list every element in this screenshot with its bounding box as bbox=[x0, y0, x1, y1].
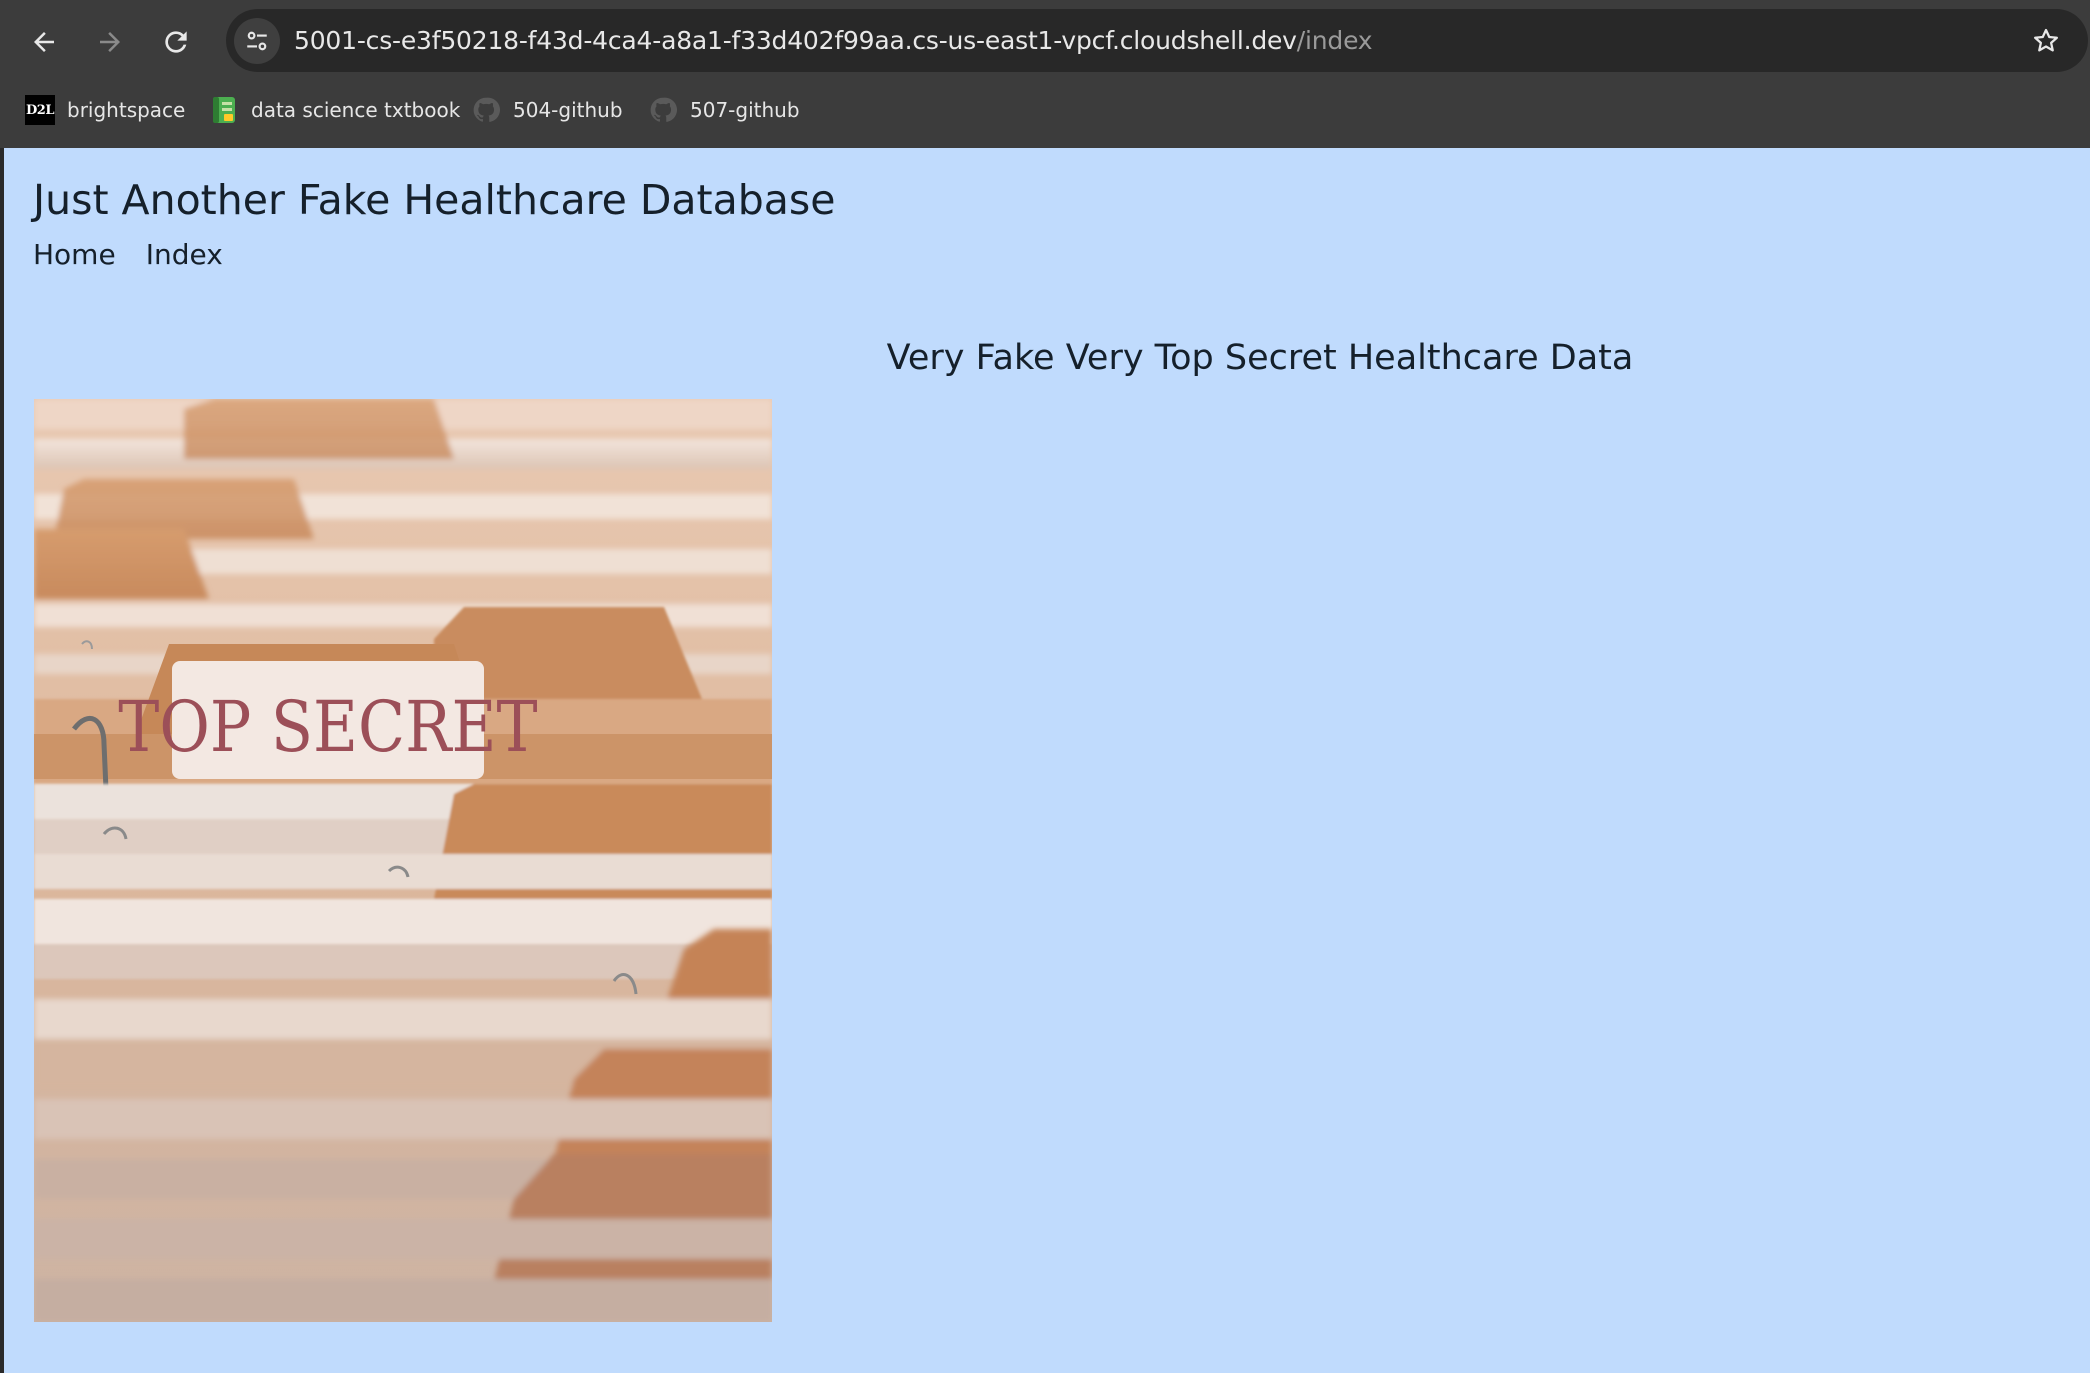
arrow-right-icon bbox=[100, 32, 120, 52]
bookmark-label: 504-github bbox=[513, 98, 623, 122]
reload-icon bbox=[165, 31, 187, 53]
url-path: /index bbox=[1296, 26, 1373, 55]
bookmark-star-button[interactable] bbox=[2022, 17, 2070, 65]
nav-link-home[interactable]: Home bbox=[33, 238, 116, 271]
bookmark-504-github[interactable]: 504-github bbox=[471, 88, 623, 132]
star-icon bbox=[2034, 28, 2058, 52]
notebook-icon bbox=[209, 95, 239, 125]
bookmark-label: brightspace bbox=[67, 98, 186, 122]
top-secret-file-image: TOP SECRET bbox=[34, 399, 772, 1322]
url-text[interactable]: 5001-cs-e3f50218-f43d-4ca4-a8a1-f33d402f… bbox=[294, 9, 1373, 72]
site-title: Just Another Fake Healthcare Database bbox=[33, 176, 836, 224]
tab-label: TOP SECRET bbox=[118, 686, 537, 768]
page-heading: Very Fake Very Top Secret Healthcare Dat… bbox=[886, 338, 1634, 378]
github-icon bbox=[648, 95, 678, 125]
address-bar[interactable]: 5001-cs-e3f50218-f43d-4ca4-a8a1-f33d402f… bbox=[226, 9, 2088, 72]
github-icon bbox=[471, 95, 501, 125]
url-host: 5001-cs-e3f50218-f43d-4ca4-a8a1-f33d402f… bbox=[294, 26, 1297, 55]
tune-icon bbox=[247, 31, 267, 51]
page-content: Just Another Fake Healthcare Database Ho… bbox=[4, 148, 2090, 1373]
bookmarks-bar: D2L brightspace data science txtbook 504… bbox=[0, 88, 2090, 132]
bookmark-507-github[interactable]: 507-github bbox=[648, 88, 800, 132]
bookmark-label: 507-github bbox=[690, 98, 800, 122]
nav-link-index[interactable]: Index bbox=[146, 238, 223, 271]
bookmark-data-science-txtbook[interactable]: data science txtbook bbox=[209, 88, 460, 132]
arrow-left-icon bbox=[34, 32, 54, 52]
reload-button[interactable] bbox=[150, 18, 202, 66]
bookmark-brightspace[interactable]: D2L brightspace bbox=[25, 88, 185, 132]
bookmark-label: data science txtbook bbox=[251, 98, 461, 122]
browser-toolbar: 5001-cs-e3f50218-f43d-4ca4-a8a1-f33d402f… bbox=[0, 0, 2090, 84]
main-nav: Home Index bbox=[33, 238, 223, 271]
back-button[interactable] bbox=[18, 18, 70, 66]
site-info-button[interactable] bbox=[234, 18, 280, 64]
d2l-icon: D2L bbox=[25, 95, 55, 125]
browser-chrome: 5001-cs-e3f50218-f43d-4ca4-a8a1-f33d402f… bbox=[0, 0, 2090, 148]
forward-button[interactable] bbox=[84, 18, 136, 66]
